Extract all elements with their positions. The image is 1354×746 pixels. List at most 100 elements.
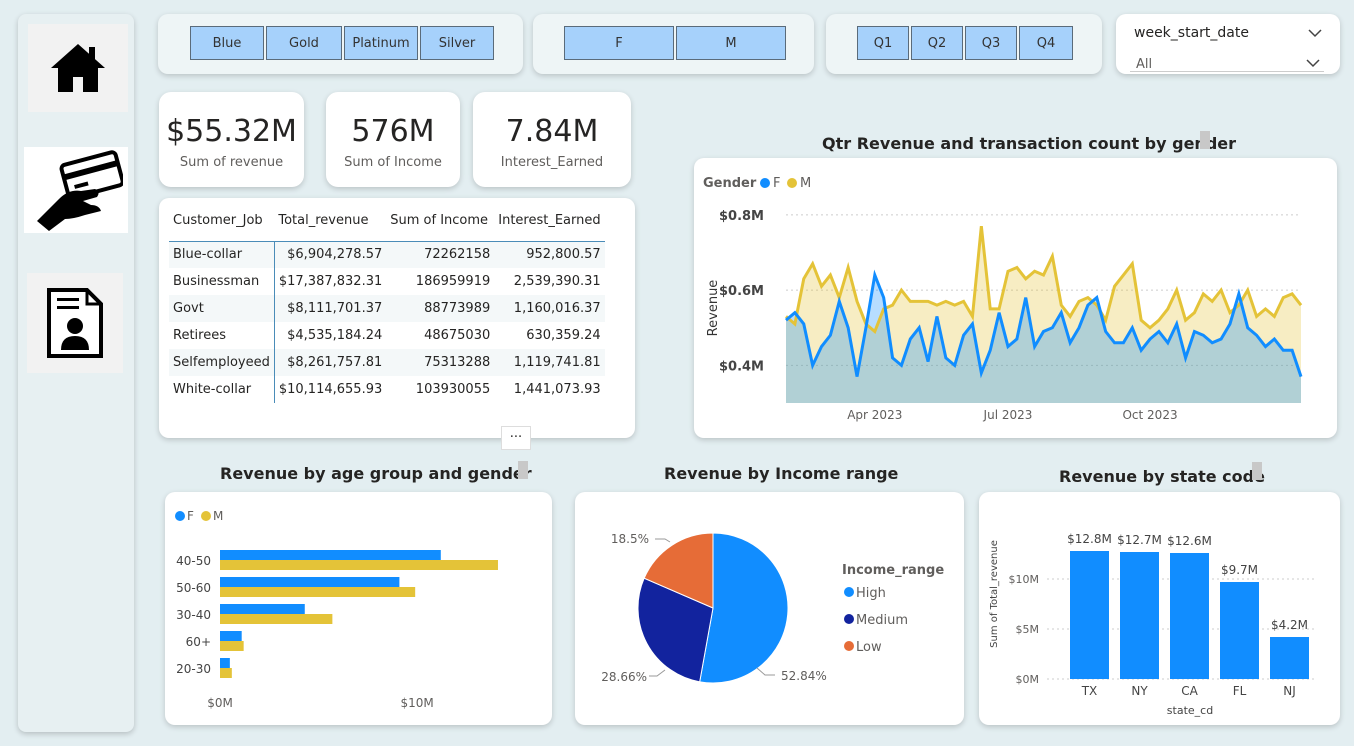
sidebar bbox=[18, 14, 134, 732]
kpi-interest-value: 7.84M bbox=[505, 114, 599, 149]
legend-marker bbox=[844, 641, 854, 651]
slicer-blue-button[interactable]: Blue bbox=[190, 26, 264, 60]
home-icon bbox=[51, 44, 105, 92]
slicer-platinum-button[interactable]: Platinum bbox=[344, 26, 418, 60]
slicer-gold-button[interactable]: Gold bbox=[266, 26, 342, 60]
table-row[interactable]: Selfemployeed $8,261,757.81 75313288 1,119,… bbox=[169, 349, 605, 376]
data-label: $4.2M bbox=[1271, 618, 1308, 632]
pie-chart-card: 52.84% 28.66% 18.5% Income_range High Medium L… bbox=[575, 492, 964, 725]
table-header[interactable]: Total_revenue bbox=[274, 201, 387, 242]
kpi-income-label: Sum of Income bbox=[344, 155, 442, 170]
table-cell: Businessman bbox=[169, 268, 275, 295]
leader-line bbox=[756, 667, 775, 676]
table-cell: 186959919 bbox=[415, 274, 491, 289]
week-dropdown-value: All bbox=[1136, 57, 1153, 72]
nav-home-button[interactable] bbox=[28, 24, 128, 112]
table-cell: $6,904,278.57 bbox=[274, 241, 387, 268]
card-category-slicer: Blue Gold Platinum Silver bbox=[158, 14, 523, 74]
legend-label: High bbox=[856, 586, 886, 601]
age-group-bar-chart[interactable]: F M 40-50 50-60 30-40 60+ 20-30 $0M $10M bbox=[165, 492, 552, 725]
slicer-q2-button[interactable]: Q2 bbox=[911, 26, 963, 60]
title-marker bbox=[518, 461, 528, 479]
table-row[interactable]: Blue-collar $6,904,278.57 72262158 952,800.… bbox=[169, 241, 605, 268]
state-bar-chart[interactable]: $0M $5M $10M Sum of Total_revenue $12.8M TX $1… bbox=[979, 492, 1340, 725]
legend-f-marker bbox=[760, 178, 770, 188]
y-tick-label: $0.4M bbox=[719, 359, 764, 374]
bar-f bbox=[220, 577, 400, 587]
table-cell: 1,119,741.81 bbox=[494, 349, 605, 376]
kpi-interest-label: Interest_Earned bbox=[500, 155, 604, 170]
title-marker bbox=[1252, 462, 1262, 480]
x-tick-label: Apr 2023 bbox=[847, 408, 902, 422]
table-row[interactable]: Govt $8,111,701.37 88773989 1,160,016.37 bbox=[169, 295, 605, 322]
legend-m-marker bbox=[787, 178, 797, 188]
state-chart-card: $0M $5M $10M Sum of Total_revenue $12.8M TX $1… bbox=[979, 492, 1340, 725]
x-tick-label: NJ bbox=[1283, 684, 1296, 698]
slicer-silver-button[interactable]: Silver bbox=[420, 26, 494, 60]
bar bbox=[1270, 637, 1309, 679]
legend-title: Gender bbox=[703, 176, 757, 191]
income-range-pie-chart[interactable]: 52.84% 28.66% 18.5% Income_range High Medium L… bbox=[575, 492, 964, 725]
legend-m-label: M bbox=[800, 176, 811, 191]
leader-line bbox=[655, 538, 671, 543]
chevron-down-icon[interactable] bbox=[1308, 28, 1322, 38]
bar-m bbox=[220, 614, 333, 624]
table-header[interactable]: Sum of Income bbox=[386, 201, 495, 242]
data-label: $12.6M bbox=[1167, 534, 1212, 548]
table-row[interactable]: White-collar $10,114,655.93 103930055 1,441… bbox=[169, 376, 605, 403]
revenue-area-chart[interactable]: Gender F M $0.4M $0.6M $0.8M Revenue Apr 2023 Ju… bbox=[694, 158, 1337, 438]
x-tick-label: Jul 2023 bbox=[983, 408, 1033, 422]
table-header-row: Customer_Job Total_revenue Sum of Income… bbox=[169, 201, 605, 242]
slicer-f-button[interactable]: F bbox=[564, 26, 674, 60]
week-dropdown[interactable]: All bbox=[1130, 50, 1324, 72]
bar-f bbox=[220, 550, 441, 560]
bar-m bbox=[220, 668, 232, 678]
bar bbox=[1070, 551, 1109, 679]
more-options-button[interactable]: ··· bbox=[501, 426, 531, 450]
x-axis-label: state_cd bbox=[1167, 704, 1213, 717]
x-tick-label: CA bbox=[1181, 684, 1198, 698]
age-chart-title: Revenue by age group and gender bbox=[220, 464, 532, 483]
legend-label: Medium bbox=[856, 613, 908, 628]
table-cell: 630,359.24 bbox=[526, 328, 601, 343]
bar-f bbox=[220, 604, 305, 614]
kpi-interest-card: 7.84M Interest_Earned bbox=[473, 92, 631, 187]
y-axis-label: Revenue bbox=[706, 280, 721, 337]
table-cell: Blue-collar bbox=[169, 241, 275, 268]
y-tick-label: $0.8M bbox=[719, 209, 764, 224]
slicer-q3-button[interactable]: Q3 bbox=[965, 26, 1017, 60]
x-tick-label: FL bbox=[1233, 684, 1247, 698]
x-tick-label: TX bbox=[1081, 684, 1098, 698]
table-cell: Retirees bbox=[169, 322, 275, 349]
table-cell: 103930055 bbox=[415, 382, 491, 397]
y-tick-label: $5M bbox=[1016, 623, 1040, 636]
bar-m bbox=[220, 587, 416, 597]
category-label: 20-30 bbox=[176, 662, 211, 676]
table-header[interactable]: Interest_Earned bbox=[494, 201, 605, 242]
table-header[interactable]: Customer_Job bbox=[169, 201, 275, 242]
nav-payment-button[interactable] bbox=[24, 147, 128, 233]
pie-chart-title: Revenue by Income range bbox=[664, 464, 899, 483]
kpi-revenue-label: Sum of revenue bbox=[179, 155, 284, 170]
legend-m-label: M bbox=[213, 509, 223, 523]
table-cell: $8,111,701.37 bbox=[274, 295, 387, 322]
bar-m bbox=[220, 641, 244, 651]
table-row[interactable]: Businessman $17,387,832.31 186959919 2,539,… bbox=[169, 268, 605, 295]
table-cell: $10,114,655.93 bbox=[278, 382, 383, 397]
table-cell: $17,387,832.31 bbox=[278, 274, 383, 289]
slicer-m-button[interactable]: M bbox=[676, 26, 786, 60]
category-label: 60+ bbox=[186, 635, 211, 649]
legend-m-marker bbox=[201, 511, 211, 521]
data-label: $12.7M bbox=[1117, 533, 1162, 547]
slicer-q1-button[interactable]: Q1 bbox=[857, 26, 909, 60]
table-cell: 2,539,390.31 bbox=[513, 274, 601, 289]
table-cell: 88773989 bbox=[386, 295, 495, 322]
data-label: $9.7M bbox=[1221, 563, 1258, 577]
credit-card-payment-icon bbox=[37, 150, 123, 231]
nav-customer-button[interactable] bbox=[27, 273, 123, 373]
slicer-q4-button[interactable]: Q4 bbox=[1019, 26, 1073, 60]
customer-job-table: Customer_Job Total_revenue Sum of Income… bbox=[169, 201, 605, 403]
table-row[interactable]: Retirees $4,535,184.24 48675030 630,359.24 bbox=[169, 322, 605, 349]
table-cell: 1,160,016.37 bbox=[494, 295, 605, 322]
y-axis-label: Sum of Total_revenue bbox=[989, 540, 1000, 648]
